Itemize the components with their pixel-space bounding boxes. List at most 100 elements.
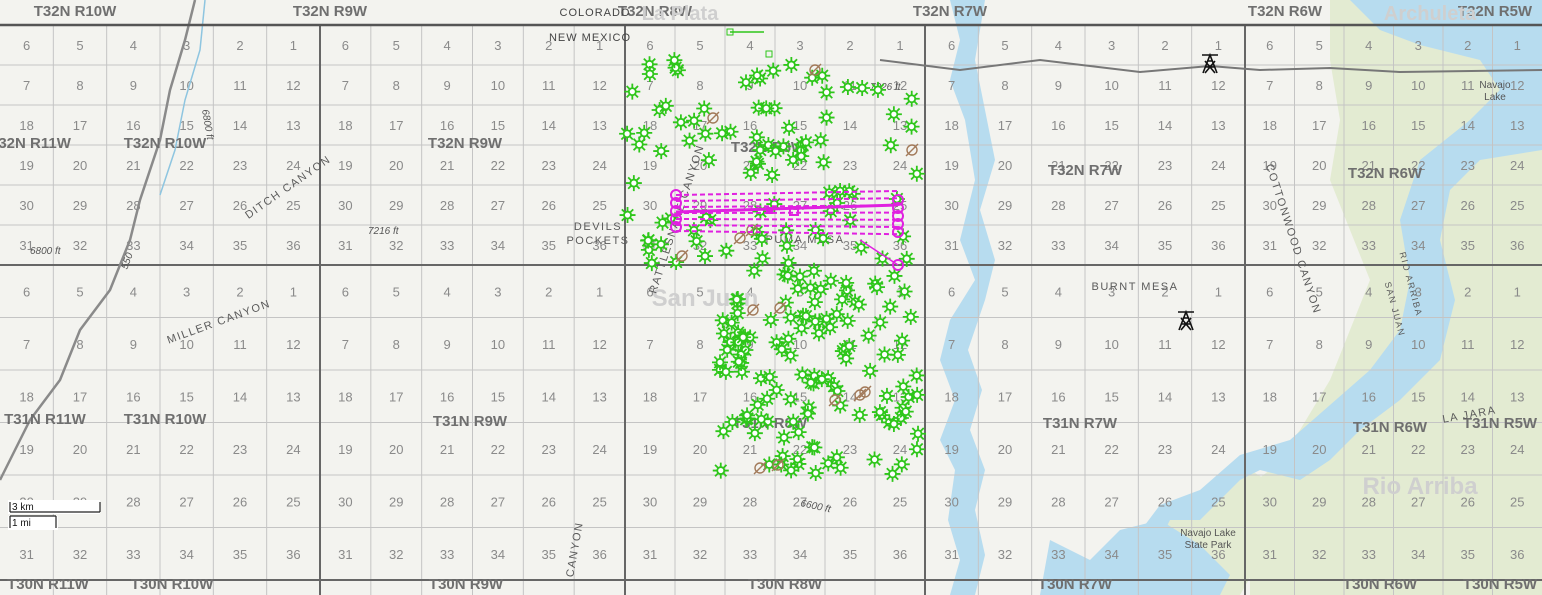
gas-well-star-icon[interactable] — [862, 362, 879, 379]
gas-well-star-icon[interactable] — [782, 391, 799, 408]
gas-well-star-icon[interactable] — [851, 406, 868, 423]
gas-well-star-icon[interactable] — [839, 79, 856, 96]
gas-well-star-icon[interactable] — [839, 312, 856, 329]
gas-well-star-icon[interactable] — [903, 118, 920, 135]
gas-well-star-icon[interactable] — [854, 80, 871, 97]
gas-well-star-icon[interactable] — [793, 148, 810, 165]
gas-well-star-icon[interactable] — [666, 52, 683, 69]
gas-well-star-icon[interactable] — [797, 308, 814, 325]
gas-well-star-icon[interactable] — [897, 403, 914, 420]
gas-well-star-icon[interactable] — [768, 382, 785, 399]
gas-well-star-icon[interactable] — [807, 222, 824, 239]
gas-well-star-icon[interactable] — [860, 327, 877, 344]
gas-well-star-icon[interactable] — [738, 74, 755, 91]
gas-well-star-icon[interactable] — [805, 262, 822, 279]
gas-well-star-icon[interactable] — [807, 465, 824, 482]
gas-well-star-icon[interactable] — [672, 114, 689, 131]
gas-well-star-icon[interactable] — [884, 465, 901, 482]
map-view[interactable]: 6 5 4 3 2 1 7 8 9 10 11 12 18 17 16 15 14 13 19 20 21 22 23 24 3… — [0, 0, 1542, 595]
gas-well-star-icon[interactable] — [776, 429, 793, 446]
gas-well-star-icon[interactable] — [902, 308, 919, 325]
gas-well-star-icon[interactable] — [872, 314, 889, 331]
gas-well-star-icon[interactable] — [748, 129, 765, 146]
gas-well-star-icon[interactable] — [758, 100, 775, 117]
gas-well-star-icon[interactable] — [853, 239, 870, 256]
gas-well-star-icon[interactable] — [754, 250, 771, 267]
gas-well-star-icon[interactable] — [866, 451, 883, 468]
gas-well-star-icon[interactable] — [715, 325, 732, 342]
gas-well-star-icon[interactable] — [653, 143, 670, 160]
gas-well-star-icon[interactable] — [834, 291, 851, 308]
gas-well-star-icon[interactable] — [767, 143, 784, 160]
gas-well-star-icon[interactable] — [810, 325, 827, 342]
topographic-map[interactable]: 6 5 4 3 2 17 8 9 10 11 1218 17 16 15 14 1319 20 21 22 23 243… — [0, 0, 1542, 595]
gas-well-star-icon[interactable] — [780, 330, 797, 347]
gas-well-star-icon[interactable] — [636, 124, 653, 141]
gas-well-star-icon[interactable] — [739, 407, 756, 424]
gas-well-star-icon[interactable] — [715, 423, 732, 440]
gas-well-star-icon[interactable] — [657, 97, 674, 114]
gas-well-star-icon[interactable] — [681, 132, 698, 149]
gas-well-star-icon[interactable] — [812, 132, 829, 149]
gas-well-star-icon[interactable] — [806, 439, 823, 456]
gas-well-star-icon[interactable] — [728, 291, 745, 308]
gas-well-star-icon[interactable] — [898, 250, 915, 267]
gas-well-star-icon[interactable] — [910, 425, 927, 442]
gas-well-star-icon[interactable] — [625, 175, 642, 192]
gas-well-star-icon[interactable] — [802, 374, 819, 391]
gas-well-star-icon[interactable] — [641, 66, 658, 83]
gas-well-star-icon[interactable] — [718, 242, 735, 259]
gas-well-star-icon[interactable] — [908, 441, 925, 458]
gas-well-star-icon[interactable] — [868, 279, 885, 296]
gas-well-star-icon[interactable] — [700, 152, 717, 169]
gas-well-star-icon[interactable] — [717, 363, 734, 380]
gas-well-star-icon[interactable] — [869, 81, 886, 98]
gas-well-star-icon[interactable] — [749, 67, 766, 84]
gas-well-star-icon[interactable] — [654, 214, 671, 231]
gas-well-star-icon[interactable] — [885, 106, 902, 123]
gas-well-star-icon[interactable] — [889, 346, 906, 363]
gas-well-star-icon[interactable] — [619, 125, 636, 142]
gas-well-star-icon[interactable] — [789, 280, 806, 297]
gas-well-star-icon[interactable] — [793, 320, 810, 337]
gas-well-star-icon[interactable] — [779, 267, 796, 284]
gas-well-star-icon[interactable] — [908, 165, 925, 182]
gas-well-star-icon[interactable] — [778, 222, 795, 239]
gas-well-star-icon[interactable] — [723, 314, 740, 331]
gas-well-star-icon[interactable] — [818, 310, 835, 327]
gas-well-star-icon[interactable] — [712, 462, 729, 479]
gas-well-star-icon[interactable] — [909, 386, 926, 403]
gas-well-star-icon[interactable] — [850, 296, 867, 313]
gas-well-star-icon[interactable] — [818, 84, 835, 101]
gas-well-star-icon[interactable] — [686, 112, 703, 129]
gas-well-star-icon[interactable] — [619, 207, 636, 224]
gas-well-star-icon[interactable] — [820, 455, 837, 472]
gas-well-star-icon[interactable] — [882, 298, 899, 315]
gas-well-star-icon[interactable] — [818, 109, 835, 126]
gas-well-star-icon[interactable] — [878, 387, 895, 404]
gas-well-star-icon[interactable] — [799, 405, 816, 422]
gas-well-star-icon[interactable] — [896, 283, 913, 300]
gas-well-star-icon[interactable] — [624, 83, 641, 100]
gas-well-star-icon[interactable] — [765, 62, 782, 79]
gas-well-star-icon[interactable] — [643, 255, 660, 272]
gas-well-star-icon[interactable] — [688, 233, 705, 250]
gas-well-star-icon[interactable] — [764, 166, 781, 183]
gas-well-star-icon[interactable] — [903, 90, 920, 107]
gas-well-star-icon[interactable] — [748, 153, 765, 170]
gas-well-star-icon[interactable] — [841, 337, 858, 354]
gas-well-star-icon[interactable] — [822, 272, 839, 289]
gas-well-star-icon[interactable] — [790, 424, 807, 441]
gas-well-star-icon[interactable] — [640, 232, 657, 249]
gas-well-star-icon[interactable] — [894, 332, 911, 349]
gas-well-star-icon[interactable] — [761, 368, 778, 385]
gas-well-star-icon[interactable] — [653, 236, 670, 253]
gas-well-star-icon[interactable] — [812, 281, 829, 298]
gas-well-star-icon[interactable] — [746, 262, 763, 279]
gas-well-star-icon[interactable] — [838, 350, 855, 367]
gas-well-star-icon[interactable] — [838, 274, 855, 291]
gas-well-star-icon[interactable] — [882, 137, 899, 154]
gas-well-star-icon[interactable] — [735, 329, 752, 346]
gas-well-star-icon[interactable] — [885, 415, 902, 432]
gas-well-star-icon[interactable] — [815, 154, 832, 171]
